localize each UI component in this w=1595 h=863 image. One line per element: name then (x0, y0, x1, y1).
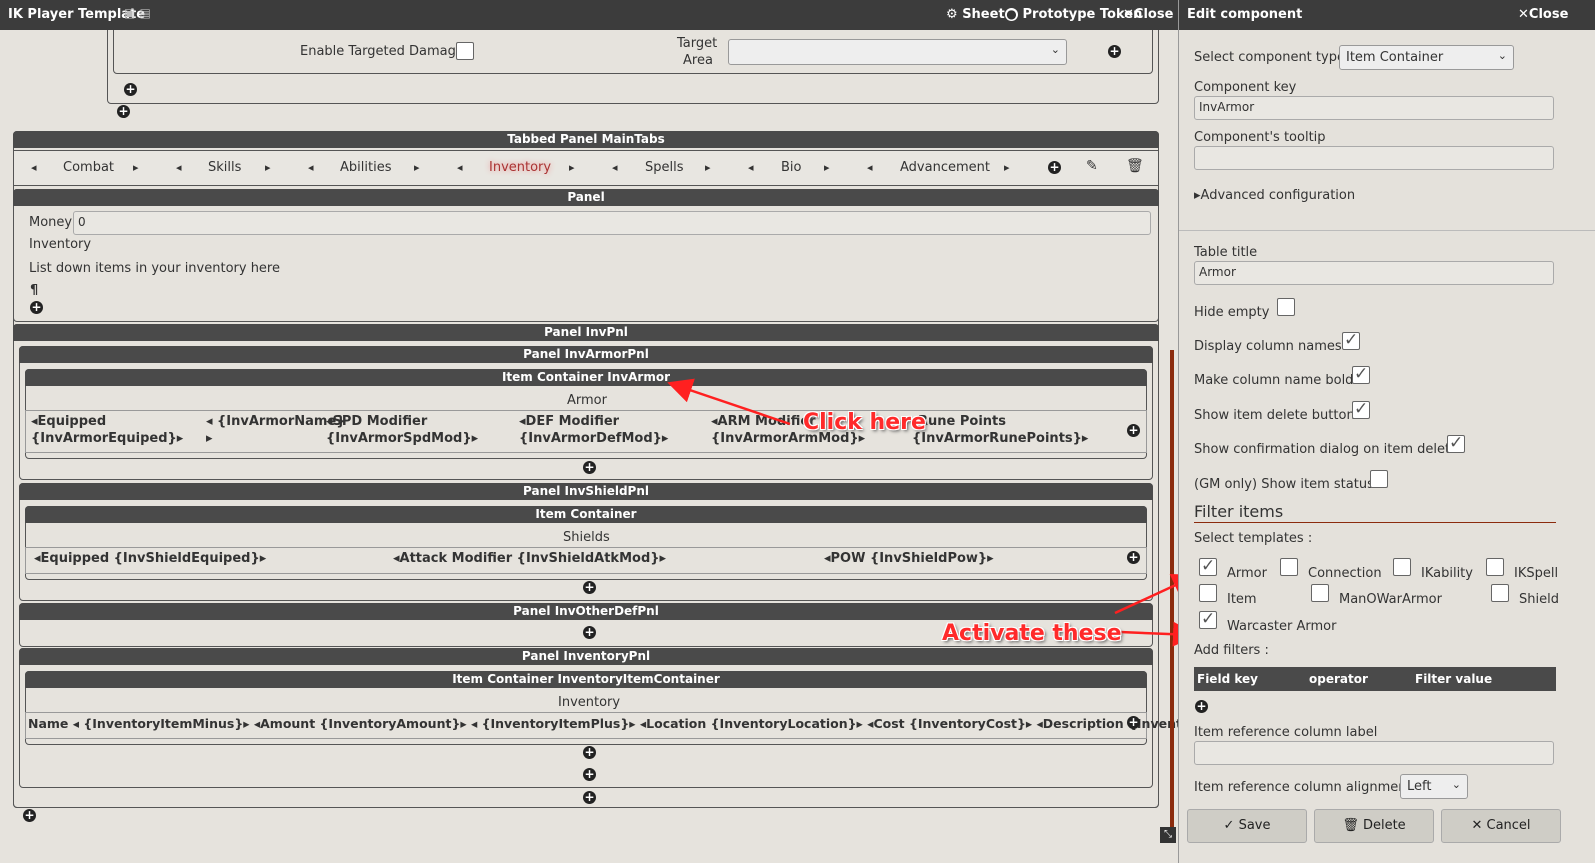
confirm-delete-label: Show confirmation dialog on item delete (1194, 442, 1459, 457)
display-column-names-label: Display column names (1194, 339, 1342, 354)
component-type-value: Item Container (1346, 50, 1444, 65)
component-type-select[interactable]: Item Container ⌄ (1339, 45, 1514, 70)
check-icon: ✓ (1223, 818, 1235, 833)
ref-col-align-label: Item reference column alignment (1194, 780, 1412, 795)
confirm-delete-checkbox[interactable] (1447, 433, 1465, 453)
template-manowararmor-label: ManOWarArmor (1339, 592, 1442, 607)
close-edit-button[interactable]: ✕Close (1518, 7, 1568, 22)
template-shield-label: Shield (1519, 592, 1559, 607)
chevron-down-icon: ⌄ (1497, 49, 1507, 62)
edit-component-panel: Edit component ✕Close Select component t… (1178, 0, 1595, 863)
save-button[interactable]: ✓ Save (1187, 809, 1307, 843)
annotation-activate-these: Activate these (942, 621, 1122, 646)
close-icon: ✕ (1471, 818, 1483, 833)
cancel-button[interactable]: ✕ Cancel (1441, 809, 1561, 843)
column-name-bold-label: Make column name bold (1194, 373, 1354, 388)
template-ikability-label: IKability (1421, 566, 1473, 581)
template-item-checkbox[interactable] (1199, 584, 1217, 602)
ref-col-align-select[interactable]: Left ⌄ (1400, 774, 1468, 799)
hide-empty-checkbox[interactable] (1277, 298, 1295, 316)
template-armor-checkbox[interactable] (1199, 556, 1217, 576)
ref-col-align-value: Left (1407, 779, 1432, 794)
divider (1179, 230, 1595, 231)
template-manowararmor-checkbox[interactable] (1311, 584, 1329, 602)
template-connection-checkbox[interactable] (1280, 558, 1298, 576)
filter-items-heading: Filter items (1194, 502, 1284, 521)
table-title-label: Table title (1194, 245, 1258, 260)
select-templates-label: Select templates : (1194, 531, 1313, 546)
close-icon: ✕ (1518, 7, 1529, 22)
save-label: Save (1238, 818, 1271, 833)
column-name-bold-checkbox[interactable] (1352, 364, 1370, 384)
filter-col-field-key: Field key (1197, 672, 1258, 686)
template-connection-label: Connection (1308, 566, 1382, 581)
show-delete-button-checkbox[interactable] (1352, 399, 1370, 419)
chevron-down-icon: ⌄ (1451, 778, 1461, 791)
add-filters-label: Add filters : (1194, 643, 1269, 658)
template-ikspell-checkbox[interactable] (1486, 558, 1504, 576)
delete-label: Delete (1362, 818, 1406, 833)
component-type-label: Select component type (1194, 50, 1345, 65)
component-key-field[interactable]: InvArmor (1194, 96, 1554, 120)
divider (1194, 522, 1556, 523)
component-key-label: Component key (1194, 80, 1297, 95)
gm-show-status-checkbox[interactable] (1370, 470, 1388, 488)
delete-button[interactable]: 🗑 Delete (1314, 809, 1434, 843)
edit-component-header: Edit component ✕Close (1179, 0, 1595, 30)
filter-col-value: Filter value (1415, 672, 1493, 686)
gm-show-status-label: (GM only) Show item status (1194, 477, 1374, 492)
close-edit-label: Close (1528, 7, 1569, 22)
ref-col-label-field[interactable] (1194, 741, 1554, 765)
edit-component-title: Edit component (1187, 7, 1303, 22)
template-warcaster-armor-label: Warcaster Armor (1227, 619, 1337, 634)
table-title-field[interactable]: Armor (1194, 261, 1554, 285)
show-delete-button-label: Show item delete button (1194, 408, 1355, 423)
cancel-label: Cancel (1486, 818, 1531, 833)
template-warcaster-armor-checkbox[interactable] (1199, 609, 1217, 629)
annotation-click-here: Click here (803, 410, 926, 435)
display-column-names-checkbox[interactable] (1342, 330, 1360, 350)
template-ikability-checkbox[interactable] (1393, 558, 1411, 576)
template-item-label: Item (1227, 592, 1257, 607)
hide-empty-label: Hide empty (1194, 305, 1270, 320)
template-armor-label: Armor (1227, 566, 1267, 581)
filter-col-operator: operator (1309, 672, 1368, 686)
component-tooltip-label: Component's tooltip (1194, 130, 1326, 145)
ref-col-label-label: Item reference column label (1194, 725, 1378, 740)
trash-icon: 🗑 (1342, 818, 1359, 833)
add-filter-icon[interactable]: + (1195, 700, 1208, 713)
component-tooltip-field[interactable] (1194, 146, 1554, 170)
template-shield-checkbox[interactable] (1491, 584, 1509, 602)
filter-table-header: Field key operator Filter value (1194, 667, 1556, 691)
advanced-configuration-toggle[interactable]: ▸Advanced configuration (1194, 188, 1355, 203)
template-ikspell-label: IKSpell (1514, 566, 1559, 581)
